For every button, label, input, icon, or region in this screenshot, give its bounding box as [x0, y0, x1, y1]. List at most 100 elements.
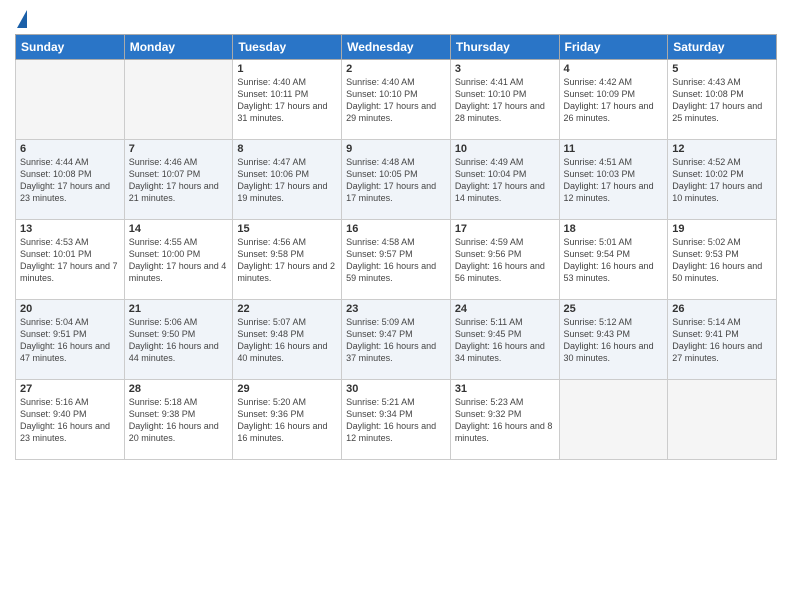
- logo-triangle-icon: [17, 10, 27, 28]
- day-number: 1: [237, 63, 337, 75]
- day-info: Sunrise: 5:21 AM Sunset: 9:34 PM Dayligh…: [346, 396, 446, 445]
- calendar-cell: 27Sunrise: 5:16 AM Sunset: 9:40 PM Dayli…: [16, 380, 125, 460]
- day-info: Sunrise: 4:40 AM Sunset: 10:11 PM Daylig…: [237, 76, 337, 125]
- day-number: 29: [237, 383, 337, 395]
- day-info: Sunrise: 4:56 AM Sunset: 9:58 PM Dayligh…: [237, 236, 337, 285]
- day-info: Sunrise: 5:06 AM Sunset: 9:50 PM Dayligh…: [129, 316, 229, 365]
- calendar-week-row: 1Sunrise: 4:40 AM Sunset: 10:11 PM Dayli…: [16, 60, 777, 140]
- day-info: Sunrise: 5:16 AM Sunset: 9:40 PM Dayligh…: [20, 396, 120, 445]
- calendar-header-row: SundayMondayTuesdayWednesdayThursdayFrid…: [16, 35, 777, 60]
- day-info: Sunrise: 5:23 AM Sunset: 9:32 PM Dayligh…: [455, 396, 555, 445]
- day-number: 4: [564, 63, 664, 75]
- calendar-header-tuesday: Tuesday: [233, 35, 342, 60]
- calendar-cell: 10Sunrise: 4:49 AM Sunset: 10:04 PM Dayl…: [450, 140, 559, 220]
- calendar-cell: 18Sunrise: 5:01 AM Sunset: 9:54 PM Dayli…: [559, 220, 668, 300]
- day-number: 3: [455, 63, 555, 75]
- day-info: Sunrise: 5:11 AM Sunset: 9:45 PM Dayligh…: [455, 316, 555, 365]
- day-number: 11: [564, 143, 664, 155]
- day-number: 13: [20, 223, 120, 235]
- day-info: Sunrise: 4:44 AM Sunset: 10:08 PM Daylig…: [20, 156, 120, 205]
- day-info: Sunrise: 5:12 AM Sunset: 9:43 PM Dayligh…: [564, 316, 664, 365]
- day-number: 8: [237, 143, 337, 155]
- calendar-cell: 11Sunrise: 4:51 AM Sunset: 10:03 PM Dayl…: [559, 140, 668, 220]
- calendar-cell: 12Sunrise: 4:52 AM Sunset: 10:02 PM Dayl…: [668, 140, 777, 220]
- day-info: Sunrise: 4:49 AM Sunset: 10:04 PM Daylig…: [455, 156, 555, 205]
- calendar-cell: 25Sunrise: 5:12 AM Sunset: 9:43 PM Dayli…: [559, 300, 668, 380]
- calendar-week-row: 20Sunrise: 5:04 AM Sunset: 9:51 PM Dayli…: [16, 300, 777, 380]
- calendar-table: SundayMondayTuesdayWednesdayThursdayFrid…: [15, 34, 777, 460]
- calendar-cell: 1Sunrise: 4:40 AM Sunset: 10:11 PM Dayli…: [233, 60, 342, 140]
- day-info: Sunrise: 4:59 AM Sunset: 9:56 PM Dayligh…: [455, 236, 555, 285]
- calendar-cell: [16, 60, 125, 140]
- calendar-header-friday: Friday: [559, 35, 668, 60]
- day-info: Sunrise: 4:48 AM Sunset: 10:05 PM Daylig…: [346, 156, 446, 205]
- calendar-cell: 5Sunrise: 4:43 AM Sunset: 10:08 PM Dayli…: [668, 60, 777, 140]
- day-number: 27: [20, 383, 120, 395]
- day-info: Sunrise: 5:20 AM Sunset: 9:36 PM Dayligh…: [237, 396, 337, 445]
- calendar-header-saturday: Saturday: [668, 35, 777, 60]
- day-info: Sunrise: 4:47 AM Sunset: 10:06 PM Daylig…: [237, 156, 337, 205]
- calendar-cell: 26Sunrise: 5:14 AM Sunset: 9:41 PM Dayli…: [668, 300, 777, 380]
- day-number: 25: [564, 303, 664, 315]
- day-number: 30: [346, 383, 446, 395]
- calendar-cell: 16Sunrise: 4:58 AM Sunset: 9:57 PM Dayli…: [342, 220, 451, 300]
- day-number: 10: [455, 143, 555, 155]
- calendar-cell: 13Sunrise: 4:53 AM Sunset: 10:01 PM Dayl…: [16, 220, 125, 300]
- calendar-cell: [124, 60, 233, 140]
- calendar-cell: 24Sunrise: 5:11 AM Sunset: 9:45 PM Dayli…: [450, 300, 559, 380]
- calendar-cell: 20Sunrise: 5:04 AM Sunset: 9:51 PM Dayli…: [16, 300, 125, 380]
- day-info: Sunrise: 4:40 AM Sunset: 10:10 PM Daylig…: [346, 76, 446, 125]
- day-info: Sunrise: 5:14 AM Sunset: 9:41 PM Dayligh…: [672, 316, 772, 365]
- calendar-cell: 28Sunrise: 5:18 AM Sunset: 9:38 PM Dayli…: [124, 380, 233, 460]
- day-number: 12: [672, 143, 772, 155]
- day-number: 18: [564, 223, 664, 235]
- day-number: 15: [237, 223, 337, 235]
- calendar-cell: 19Sunrise: 5:02 AM Sunset: 9:53 PM Dayli…: [668, 220, 777, 300]
- day-number: 24: [455, 303, 555, 315]
- calendar-cell: 7Sunrise: 4:46 AM Sunset: 10:07 PM Dayli…: [124, 140, 233, 220]
- header: [15, 10, 777, 28]
- day-info: Sunrise: 4:42 AM Sunset: 10:09 PM Daylig…: [564, 76, 664, 125]
- day-info: Sunrise: 4:41 AM Sunset: 10:10 PM Daylig…: [455, 76, 555, 125]
- calendar-cell: 17Sunrise: 4:59 AM Sunset: 9:56 PM Dayli…: [450, 220, 559, 300]
- day-info: Sunrise: 4:52 AM Sunset: 10:02 PM Daylig…: [672, 156, 772, 205]
- calendar-cell: [668, 380, 777, 460]
- day-number: 6: [20, 143, 120, 155]
- day-number: 31: [455, 383, 555, 395]
- calendar-cell: 29Sunrise: 5:20 AM Sunset: 9:36 PM Dayli…: [233, 380, 342, 460]
- calendar-header-monday: Monday: [124, 35, 233, 60]
- calendar-header-wednesday: Wednesday: [342, 35, 451, 60]
- day-info: Sunrise: 5:09 AM Sunset: 9:47 PM Dayligh…: [346, 316, 446, 365]
- day-number: 28: [129, 383, 229, 395]
- calendar-cell: 9Sunrise: 4:48 AM Sunset: 10:05 PM Dayli…: [342, 140, 451, 220]
- day-number: 23: [346, 303, 446, 315]
- day-number: 21: [129, 303, 229, 315]
- calendar-week-row: 27Sunrise: 5:16 AM Sunset: 9:40 PM Dayli…: [16, 380, 777, 460]
- day-info: Sunrise: 4:55 AM Sunset: 10:00 PM Daylig…: [129, 236, 229, 285]
- day-number: 2: [346, 63, 446, 75]
- calendar-cell: 22Sunrise: 5:07 AM Sunset: 9:48 PM Dayli…: [233, 300, 342, 380]
- calendar-cell: 2Sunrise: 4:40 AM Sunset: 10:10 PM Dayli…: [342, 60, 451, 140]
- calendar-cell: 21Sunrise: 5:06 AM Sunset: 9:50 PM Dayli…: [124, 300, 233, 380]
- calendar-cell: 15Sunrise: 4:56 AM Sunset: 9:58 PM Dayli…: [233, 220, 342, 300]
- logo: [15, 10, 27, 28]
- day-info: Sunrise: 5:02 AM Sunset: 9:53 PM Dayligh…: [672, 236, 772, 285]
- logo-text: [15, 10, 27, 28]
- day-number: 17: [455, 223, 555, 235]
- day-info: Sunrise: 4:43 AM Sunset: 10:08 PM Daylig…: [672, 76, 772, 125]
- calendar-cell: 30Sunrise: 5:21 AM Sunset: 9:34 PM Dayli…: [342, 380, 451, 460]
- day-number: 5: [672, 63, 772, 75]
- day-number: 16: [346, 223, 446, 235]
- calendar-cell: 4Sunrise: 4:42 AM Sunset: 10:09 PM Dayli…: [559, 60, 668, 140]
- day-info: Sunrise: 4:46 AM Sunset: 10:07 PM Daylig…: [129, 156, 229, 205]
- calendar-cell: [559, 380, 668, 460]
- day-info: Sunrise: 4:51 AM Sunset: 10:03 PM Daylig…: [564, 156, 664, 205]
- calendar-cell: 23Sunrise: 5:09 AM Sunset: 9:47 PM Dayli…: [342, 300, 451, 380]
- day-number: 22: [237, 303, 337, 315]
- day-info: Sunrise: 5:01 AM Sunset: 9:54 PM Dayligh…: [564, 236, 664, 285]
- calendar-cell: 3Sunrise: 4:41 AM Sunset: 10:10 PM Dayli…: [450, 60, 559, 140]
- day-number: 19: [672, 223, 772, 235]
- day-number: 14: [129, 223, 229, 235]
- calendar-cell: 8Sunrise: 4:47 AM Sunset: 10:06 PM Dayli…: [233, 140, 342, 220]
- calendar-cell: 31Sunrise: 5:23 AM Sunset: 9:32 PM Dayli…: [450, 380, 559, 460]
